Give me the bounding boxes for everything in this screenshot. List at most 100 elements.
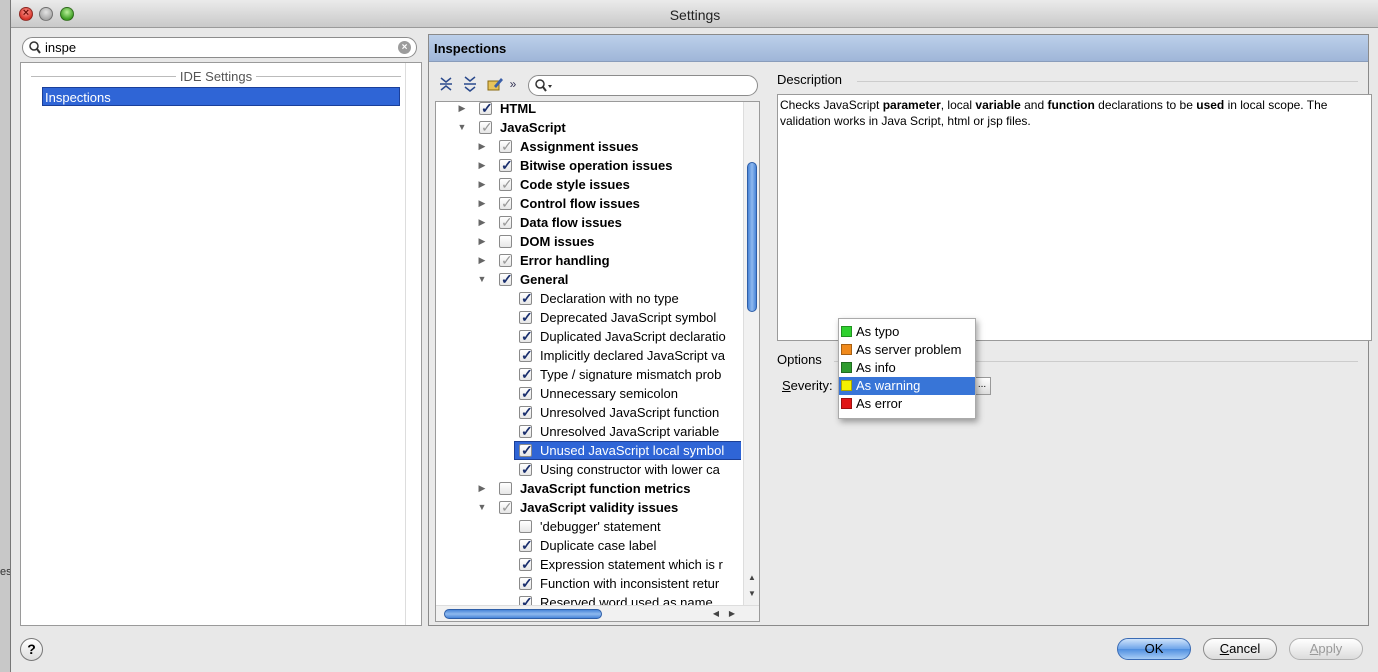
- tree-row-label: Unused JavaScript local symbol: [540, 443, 725, 458]
- tree-row-checkbox[interactable]: [499, 498, 513, 517]
- tree-row[interactable]: ▶ Code style issues: [436, 175, 741, 194]
- tree-row[interactable]: ▼ General: [436, 270, 741, 289]
- tree-row[interactable]: Unresolved JavaScript variable: [436, 422, 741, 441]
- expand-arrow-icon[interactable]: ▶: [476, 479, 488, 498]
- expand-arrow-icon[interactable]: ▶: [476, 156, 488, 175]
- severity-option[interactable]: As server problem: [839, 341, 975, 359]
- tree-row-checkbox[interactable]: [519, 308, 533, 327]
- tree-row[interactable]: ▶ Assignment issues: [436, 137, 741, 156]
- severity-option[interactable]: As info: [839, 359, 975, 377]
- tree-filter-input[interactable]: [557, 77, 747, 94]
- settings-search-input[interactable]: [45, 39, 385, 56]
- expand-arrow-icon[interactable]: ▶: [476, 251, 488, 270]
- tree-row-checkbox[interactable]: [499, 251, 513, 270]
- tree-row[interactable]: ▶ Data flow issues: [436, 213, 741, 232]
- tree-row-checkbox[interactable]: [499, 175, 513, 194]
- tree-row[interactable]: ▼ JavaScript validity issues: [436, 498, 741, 517]
- tree-row[interactable]: Unused JavaScript local symbol: [436, 441, 741, 460]
- tree-row-checkbox[interactable]: [479, 118, 493, 137]
- tree-row[interactable]: ▶ Error handling: [436, 251, 741, 270]
- tree-row-checkbox[interactable]: [499, 213, 513, 232]
- tree-row[interactable]: Type / signature mismatch prob: [436, 365, 741, 384]
- clear-search-icon[interactable]: ×: [398, 41, 411, 54]
- horizontal-scroll-thumb[interactable]: [444, 609, 602, 619]
- tree-row-checkbox[interactable]: [519, 536, 533, 555]
- tree-row[interactable]: Unnecessary semicolon: [436, 384, 741, 403]
- expand-arrow-icon[interactable]: ▶: [476, 213, 488, 232]
- tree-row-checkbox[interactable]: [519, 289, 533, 308]
- tree-row-label: General: [520, 272, 569, 287]
- tree-row-checkbox[interactable]: [499, 270, 513, 289]
- expand-arrow-icon[interactable]: ▶: [476, 175, 488, 194]
- more-actions-icon[interactable]: »: [507, 75, 519, 93]
- severity-option[interactable]: As typo: [839, 323, 975, 341]
- vertical-scroll-thumb[interactable]: [747, 162, 757, 312]
- tree-row-checkbox[interactable]: [519, 365, 533, 384]
- tree-horizontal-scrollbar[interactable]: ◀ ▶: [436, 605, 759, 621]
- tree-row-checkbox[interactable]: [499, 156, 513, 175]
- tree-row-checkbox[interactable]: [519, 520, 532, 533]
- tree-vertical-scrollbar[interactable]: ▲ ▼: [743, 102, 759, 606]
- tree-row-checkbox[interactable]: [519, 460, 533, 479]
- tree-row[interactable]: Using constructor with lower ca: [436, 460, 741, 479]
- description-fragment: , local: [940, 98, 976, 112]
- description-fragment: variable: [975, 98, 1021, 112]
- tree-row-checkbox[interactable]: [479, 102, 493, 118]
- tree-row[interactable]: Implicitly declared JavaScript va: [436, 346, 741, 365]
- tree-row-checkbox[interactable]: [519, 346, 533, 365]
- tree-row-checkbox[interactable]: [519, 574, 533, 593]
- tree-row[interactable]: 'debugger' statement: [436, 517, 741, 536]
- tree-row[interactable]: ▶ Control flow issues: [436, 194, 741, 213]
- tree-row[interactable]: ▶ Bitwise operation issues: [436, 156, 741, 175]
- collapse-arrow-icon[interactable]: ▼: [476, 270, 488, 289]
- tree-row[interactable]: Function with inconsistent retur: [436, 574, 741, 593]
- tree-row-checkbox[interactable]: [499, 194, 513, 213]
- tree-row[interactable]: Expression statement which is r: [436, 555, 741, 574]
- tree-row-checkbox[interactable]: [499, 235, 512, 248]
- tree-row[interactable]: ▼ JavaScript: [436, 118, 741, 137]
- tree-row[interactable]: Duplicated JavaScript declaratio: [436, 327, 741, 346]
- apply-button[interactable]: Apply: [1289, 638, 1363, 660]
- tree-row[interactable]: Declaration with no type: [436, 289, 741, 308]
- expand-arrow-icon[interactable]: ▶: [456, 102, 468, 118]
- scroll-up-arrow-icon[interactable]: ▲: [746, 572, 758, 584]
- edit-profile-icon[interactable]: [486, 75, 504, 93]
- tree-row[interactable]: Deprecated JavaScript symbol: [436, 308, 741, 327]
- tree-row[interactable]: Duplicate case label: [436, 536, 741, 555]
- tree-row-checkbox[interactable]: [499, 482, 512, 495]
- collapse-all-icon[interactable]: [461, 75, 479, 93]
- tree-row-label: Type / signature mismatch prob: [540, 367, 722, 382]
- tree-row-checkbox[interactable]: [519, 327, 533, 346]
- tree-row[interactable]: ▶ DOM issues: [436, 232, 741, 251]
- scroll-right-arrow-icon[interactable]: ▶: [726, 608, 738, 620]
- expand-arrow-icon[interactable]: ▶: [476, 137, 488, 156]
- tree-row-label: JavaScript: [500, 120, 566, 135]
- tree-row-checkbox[interactable]: [519, 422, 533, 441]
- expand-arrow-icon[interactable]: ▶: [476, 232, 488, 251]
- tree-row[interactable]: Unresolved JavaScript function: [436, 403, 741, 422]
- ok-button[interactable]: OK: [1117, 638, 1191, 660]
- severity-option[interactable]: As warning: [839, 377, 975, 395]
- tree-row-checkbox[interactable]: [519, 441, 533, 460]
- category-item-inspections[interactable]: Inspections: [42, 87, 400, 106]
- tree-row-checkbox[interactable]: [519, 384, 533, 403]
- expand-arrow-icon[interactable]: ▶: [476, 194, 488, 213]
- collapse-arrow-icon[interactable]: ▼: [476, 498, 488, 517]
- tree-row-checkbox[interactable]: [499, 137, 513, 156]
- cancel-button[interactable]: Cancel: [1203, 638, 1277, 660]
- severity-option[interactable]: As error: [839, 395, 975, 413]
- help-button[interactable]: ?: [20, 638, 43, 661]
- tree-filter-field[interactable]: [528, 75, 758, 96]
- scroll-down-arrow-icon[interactable]: ▼: [746, 588, 758, 600]
- scroll-left-arrow-icon[interactable]: ◀: [710, 608, 722, 620]
- tree-row[interactable]: ▶ HTML: [436, 102, 741, 118]
- expand-all-icon[interactable]: [437, 75, 455, 93]
- tree-row-checkbox[interactable]: [519, 555, 533, 574]
- severity-label: Severity:: [782, 378, 833, 393]
- collapse-arrow-icon[interactable]: ▼: [456, 118, 468, 137]
- tree-row[interactable]: ▶ JavaScript function metrics: [436, 479, 741, 498]
- inspections-panel: Inspections » ▶ HTML ▼ JavaScript ▶ Assignmen…: [428, 34, 1372, 626]
- title-bar[interactable]: × Settings: [11, 0, 1378, 28]
- settings-search-field[interactable]: ×: [22, 37, 417, 58]
- tree-row-checkbox[interactable]: [519, 403, 533, 422]
